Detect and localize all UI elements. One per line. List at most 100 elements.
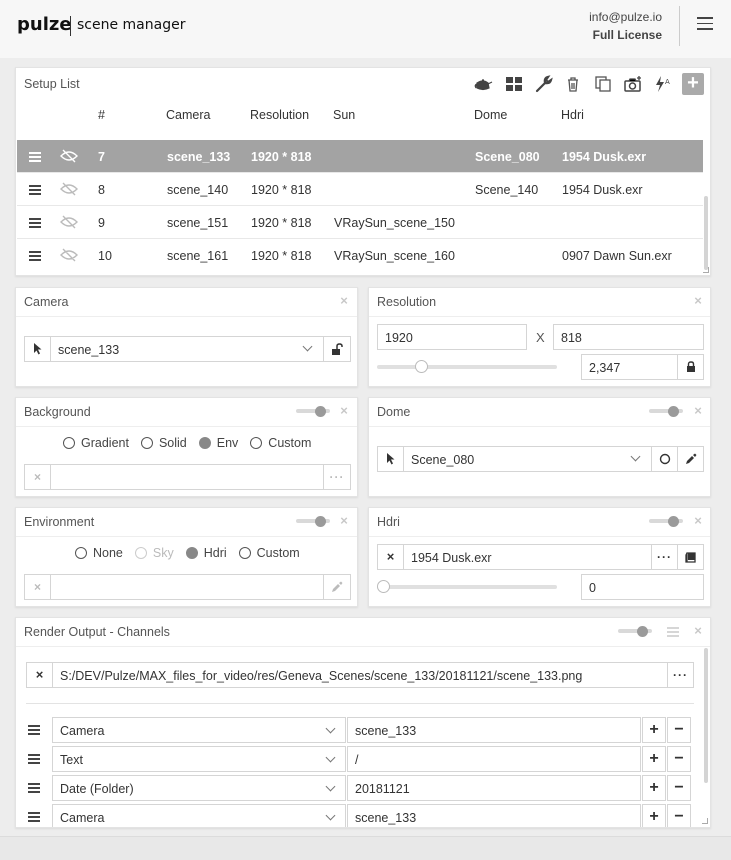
slider-knob[interactable] bbox=[415, 360, 428, 373]
camera-select[interactable]: scene_133 bbox=[24, 336, 351, 362]
table-row[interactable]: 10 scene_161 1920 * 818 VRaySun_scene_16… bbox=[17, 239, 703, 272]
eyedropper-icon[interactable] bbox=[677, 447, 703, 471]
lightning-a-icon[interactable]: A bbox=[653, 75, 673, 93]
add-channel-button[interactable]: + bbox=[642, 804, 666, 827]
close-icon[interactable]: × bbox=[692, 404, 704, 417]
aspect-ratio-input[interactable]: 2,347 bbox=[581, 354, 704, 380]
close-icon[interactable]: × bbox=[692, 294, 704, 307]
channel-value-input[interactable]: scene_133 bbox=[347, 717, 641, 743]
row-dome: Scene_140 bbox=[475, 183, 539, 197]
environment-map-input[interactable]: × bbox=[24, 574, 351, 600]
channel-value-input[interactable]: / bbox=[347, 746, 641, 772]
more-options-icon[interactable]: ··· bbox=[651, 545, 677, 569]
add-setup-button[interactable]: + bbox=[682, 73, 704, 95]
clear-icon[interactable]: × bbox=[378, 545, 404, 569]
chevron-down-icon[interactable] bbox=[302, 341, 313, 352]
clear-icon[interactable]: × bbox=[25, 575, 51, 599]
channel-value-input[interactable]: scene_133 bbox=[347, 804, 641, 827]
camera-add-icon[interactable] bbox=[623, 75, 643, 93]
channel-type-select[interactable]: Text bbox=[52, 746, 346, 772]
resolution-slider[interactable] bbox=[377, 360, 557, 373]
add-channel-button[interactable]: + bbox=[642, 775, 666, 801]
radio-none[interactable]: None bbox=[75, 546, 123, 560]
remove-channel-button[interactable]: − bbox=[667, 804, 691, 827]
background-map-input[interactable]: × ··· bbox=[24, 464, 351, 490]
copy-icon[interactable] bbox=[593, 75, 613, 93]
hamburger-menu-icon[interactable] bbox=[697, 17, 713, 31]
background-toggle[interactable] bbox=[296, 405, 330, 417]
pick-cursor-icon[interactable] bbox=[378, 447, 404, 471]
render-output-toggle[interactable] bbox=[618, 625, 652, 637]
table-row[interactable]: 7 scene_133 1920 * 818 Scene_080 1954 Du… bbox=[17, 140, 703, 173]
close-icon[interactable]: × bbox=[692, 624, 704, 637]
lock-icon[interactable] bbox=[677, 355, 703, 379]
environment-toggle[interactable] bbox=[296, 515, 330, 527]
channel-type-select[interactable]: Date (Folder) bbox=[52, 775, 346, 801]
channel-value: scene_133 bbox=[355, 724, 417, 738]
row-camera: scene_140 bbox=[167, 183, 229, 197]
table-row[interactable]: 8 scene_140 1920 * 818 Scene_140 1954 Du… bbox=[17, 173, 703, 206]
drag-handle-icon[interactable] bbox=[29, 218, 41, 228]
radio-env[interactable]: Env bbox=[198, 436, 238, 450]
pick-cursor-icon[interactable] bbox=[25, 337, 51, 361]
close-icon[interactable]: × bbox=[692, 514, 704, 527]
setup-list-scrollbar[interactable] bbox=[704, 196, 708, 270]
drag-handle-icon[interactable] bbox=[28, 754, 40, 764]
output-path-input[interactable]: × S:/DEV/Pulze/MAX_files_for_video/res/G… bbox=[26, 662, 694, 688]
hdri-rotation-value: 0 bbox=[589, 581, 596, 595]
drag-handle-icon[interactable] bbox=[28, 783, 40, 793]
channel-type-select[interactable]: Camera bbox=[52, 717, 346, 743]
trash-icon[interactable] bbox=[563, 75, 583, 93]
drag-handle-icon[interactable] bbox=[28, 812, 40, 822]
drag-handle-icon[interactable] bbox=[29, 185, 41, 195]
radio-gradient[interactable]: Gradient bbox=[63, 436, 129, 450]
eyedropper-icon[interactable] bbox=[323, 575, 350, 599]
wrench-icon[interactable] bbox=[533, 75, 553, 93]
channel-type-select[interactable]: Camera bbox=[52, 804, 346, 827]
chevron-down-icon[interactable] bbox=[630, 451, 641, 462]
hdri-rotation-slider[interactable] bbox=[377, 580, 557, 593]
render-output-scrollbar[interactable] bbox=[704, 648, 708, 783]
slider-knob[interactable] bbox=[377, 580, 390, 593]
add-channel-button[interactable]: + bbox=[642, 717, 666, 743]
unlock-icon[interactable] bbox=[323, 337, 350, 361]
circle-icon[interactable] bbox=[651, 447, 677, 471]
close-icon[interactable]: × bbox=[338, 514, 350, 527]
width-input[interactable]: 1920 bbox=[377, 324, 527, 350]
more-options-icon[interactable]: ··· bbox=[323, 465, 350, 489]
resize-handle-icon[interactable] bbox=[703, 267, 709, 273]
radio-custom[interactable]: Custom bbox=[238, 546, 300, 560]
drag-handle-icon[interactable] bbox=[28, 725, 40, 735]
dome-select[interactable]: Scene_080 bbox=[377, 446, 704, 472]
drag-handle-icon[interactable] bbox=[29, 251, 41, 261]
radio-custom[interactable]: Custom bbox=[250, 436, 311, 450]
resize-handle-icon[interactable] bbox=[702, 818, 708, 824]
channel-value-input[interactable]: 20181121 bbox=[347, 775, 641, 801]
more-options-icon[interactable]: ··· bbox=[667, 663, 693, 687]
book-icon[interactable] bbox=[677, 545, 703, 569]
hdri-toggle[interactable] bbox=[649, 515, 683, 527]
eye-hidden-icon[interactable] bbox=[59, 247, 79, 263]
radio-solid[interactable]: Solid bbox=[140, 436, 187, 450]
hdri-file-input[interactable]: × 1954 Dusk.exr ··· bbox=[377, 544, 704, 570]
close-icon[interactable]: × bbox=[338, 294, 350, 307]
dome-toggle[interactable] bbox=[649, 405, 683, 417]
table-row[interactable]: 9 scene_151 1920 * 818 VRaySun_scene_150 bbox=[17, 206, 703, 239]
add-channel-button[interactable]: + bbox=[642, 746, 666, 772]
remove-channel-button[interactable]: − bbox=[667, 746, 691, 772]
remove-channel-button[interactable]: − bbox=[667, 717, 691, 743]
hdri-rotation-input[interactable]: 0 bbox=[581, 574, 704, 600]
eye-hidden-icon[interactable] bbox=[59, 214, 79, 230]
close-icon[interactable]: × bbox=[338, 404, 350, 417]
drag-handle-icon[interactable] bbox=[29, 152, 41, 162]
radio-hdri[interactable]: Hdri bbox=[185, 546, 227, 560]
eye-hidden-icon[interactable] bbox=[59, 148, 79, 164]
list-icon[interactable] bbox=[666, 626, 680, 638]
clear-icon[interactable]: × bbox=[27, 663, 53, 687]
eye-hidden-icon[interactable] bbox=[59, 181, 79, 197]
clear-icon[interactable]: × bbox=[25, 465, 51, 489]
teapot-icon[interactable] bbox=[473, 75, 493, 93]
remove-channel-button[interactable]: − bbox=[667, 775, 691, 801]
height-input[interactable]: 818 bbox=[553, 324, 704, 350]
grid-icon[interactable] bbox=[504, 75, 524, 93]
